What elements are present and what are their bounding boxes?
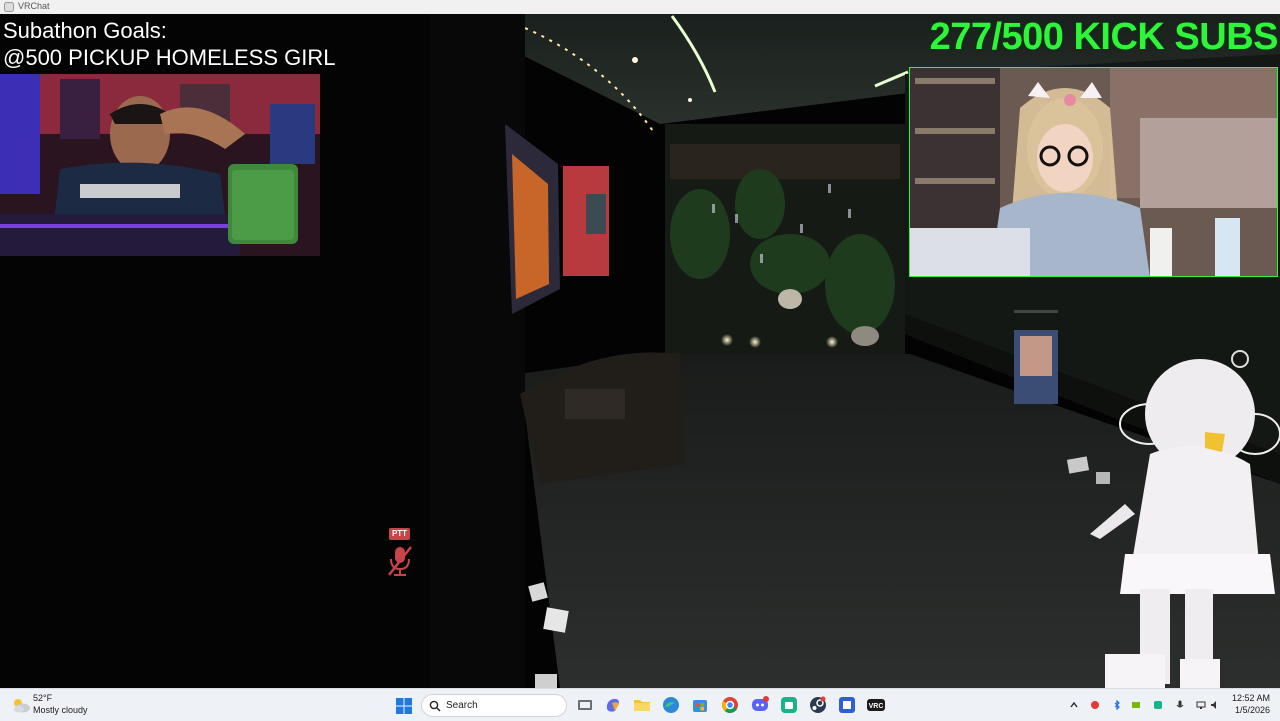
taskbar-search[interactable]: Search <box>421 694 567 717</box>
copilot-icon[interactable] <box>603 695 623 715</box>
nvidia-icon[interactable] <box>1131 700 1141 710</box>
subathon-goals-title: Subathon Goals: <box>3 18 167 43</box>
clock-date: 1/5/2026 <box>1234 705 1270 715</box>
tray-record-icon[interactable] <box>1090 700 1100 710</box>
volume-icon[interactable] <box>1210 700 1220 710</box>
network-icon[interactable] <box>1196 700 1206 710</box>
streamer-webcam <box>0 74 320 256</box>
taskbar: 52°F Mostly cloudy Search VRC 12:52 AM 1… <box>0 688 1280 721</box>
clock-time: 12:52 AM <box>1231 693 1270 703</box>
discord-icon[interactable] <box>750 695 770 715</box>
ptt-badge: PTT <box>389 528 410 540</box>
search-placeholder: Search <box>446 700 478 711</box>
microphone-icon[interactable] <box>1175 700 1185 710</box>
svg-text:VRC: VRC <box>869 703 884 710</box>
mic-muted-icon <box>388 546 412 576</box>
store-icon[interactable] <box>690 695 710 715</box>
chevron-up-icon[interactable] <box>1069 700 1079 710</box>
task-view-icon[interactable] <box>575 695 595 715</box>
steam-icon[interactable] <box>808 695 828 715</box>
window-titlebar: VRChat <box>0 0 1280 15</box>
app-icon[interactable] <box>779 695 799 715</box>
vrchat-taskbar-icon[interactable]: VRC <box>866 695 886 715</box>
cloud-sun-icon <box>14 699 30 713</box>
folder-icon[interactable] <box>632 695 652 715</box>
weather-description: Mostly cloudy <box>33 705 88 715</box>
chrome-icon[interactable] <box>720 695 740 715</box>
sub-counter: 277/500 KICK SUBS <box>929 16 1279 58</box>
bluetooth-icon[interactable] <box>1112 700 1122 710</box>
weather-temperature: 52°F <box>33 693 53 703</box>
edge-icon[interactable] <box>661 695 681 715</box>
subathon-goal-text: @500 PICKUP HOMELESS GIRL <box>3 45 336 70</box>
window-title: VRChat <box>18 1 50 11</box>
windows-start-icon[interactable] <box>395 697 413 715</box>
guest-webcam <box>909 67 1278 277</box>
search-icon <box>429 700 441 712</box>
app2-icon[interactable] <box>837 695 857 715</box>
vrchat-icon <box>4 2 14 12</box>
tray-app-icon[interactable] <box>1153 700 1163 710</box>
game-viewport[interactable]: Subathon Goals: @500 PICKUP HOMELESS GIR… <box>0 14 1280 688</box>
